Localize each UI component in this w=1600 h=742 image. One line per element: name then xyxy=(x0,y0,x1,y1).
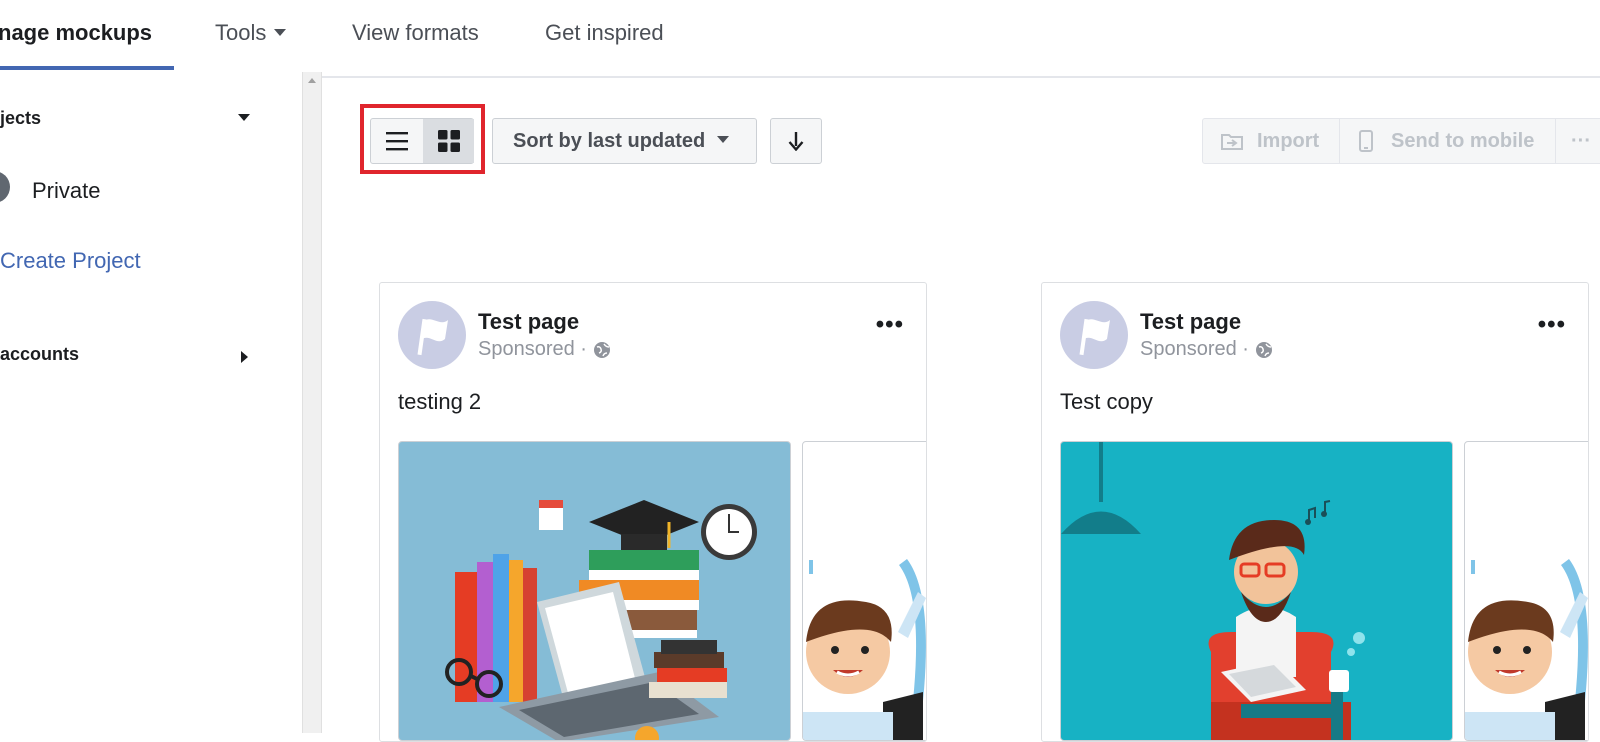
send-to-mobile-button[interactable]: Send to mobile xyxy=(1359,119,1534,163)
card-menu-button[interactable]: ••• xyxy=(1538,313,1566,337)
divider xyxy=(1339,119,1340,163)
sidebar-scrollbar[interactable] xyxy=(302,72,322,733)
arrow-down-icon xyxy=(788,132,804,151)
import-label: Import xyxy=(1257,129,1320,152)
page-name[interactable]: Test page xyxy=(478,309,579,335)
projects-header[interactable]: jects xyxy=(0,108,41,129)
flag-icon xyxy=(1079,318,1110,356)
main-content: Sort by last updated Import Send to mobi… xyxy=(322,72,1600,742)
create-project-link[interactable]: Create Project xyxy=(0,248,141,274)
more-options-icon: ··· xyxy=(1571,129,1591,152)
send-to-mobile-label: Send to mobile xyxy=(1391,129,1535,152)
tab-tools[interactable]: Tools xyxy=(215,20,287,46)
designer-illustration xyxy=(1061,442,1365,740)
sponsored-label: Sponsored · xyxy=(1140,338,1273,361)
card-menu-button[interactable]: ••• xyxy=(876,313,904,337)
tab-view-formats[interactable]: View formats xyxy=(352,20,479,46)
character-illustration xyxy=(803,559,926,740)
ad-copy: testing 2 xyxy=(398,389,482,414)
top-nav: nage mockups Tools View formats Get insp… xyxy=(0,0,1600,72)
sponsored-text: Sponsored · xyxy=(478,338,587,360)
phone-icon xyxy=(1359,130,1373,152)
active-tab-underline xyxy=(0,66,174,70)
private-project-avatar xyxy=(0,171,10,203)
folder-icon xyxy=(1221,134,1243,150)
more-options-button[interactable]: ··· xyxy=(1571,119,1591,163)
sort-direction-button[interactable] xyxy=(770,118,822,164)
globe-icon xyxy=(593,341,610,358)
tab-get-inspired[interactable]: Get inspired xyxy=(545,20,664,46)
caret-down-icon xyxy=(717,135,730,143)
tab-tools-label: Tools xyxy=(215,20,267,45)
caret-right-icon[interactable] xyxy=(241,351,248,363)
caret-down-icon[interactable] xyxy=(238,114,250,121)
ad-copy: Test copy xyxy=(1060,389,1153,414)
import-button[interactable]: Import xyxy=(1221,119,1319,163)
ad-image-education xyxy=(398,441,791,741)
caret-down-icon xyxy=(274,28,287,36)
accounts-header[interactable]: accounts xyxy=(0,344,79,365)
flag-icon xyxy=(417,318,448,356)
tab-image-mockups[interactable]: nage mockups xyxy=(0,20,152,46)
divider xyxy=(322,76,1600,78)
scroll-up-icon[interactable] xyxy=(308,78,316,83)
sort-label: Sort by last updated xyxy=(513,129,706,152)
ad-image-designer xyxy=(1060,441,1453,741)
page-avatar xyxy=(398,301,466,369)
sponsored-text: Sponsored · xyxy=(1140,338,1249,360)
private-project-label[interactable]: Private xyxy=(32,178,100,204)
divider xyxy=(1555,119,1556,163)
action-group: Import Send to mobile ··· xyxy=(1202,118,1600,164)
sort-dropdown[interactable]: Sort by last updated xyxy=(492,118,757,164)
mockup-card[interactable]: Test page Sponsored · ••• testing 2 xyxy=(379,282,927,742)
mockup-card[interactable]: Test page Sponsored · ••• Test copy xyxy=(1041,282,1589,742)
page-name[interactable]: Test page xyxy=(1140,309,1241,335)
character-illustration xyxy=(1465,559,1588,740)
sponsored-label: Sponsored · xyxy=(478,338,611,361)
globe-icon xyxy=(1255,341,1272,358)
view-toggle-highlight xyxy=(360,104,485,174)
page-avatar xyxy=(1060,301,1128,369)
education-illustration xyxy=(445,500,757,740)
ad-image-carousel-next xyxy=(802,441,926,741)
ad-image-carousel-next xyxy=(1464,441,1588,741)
sidebar: jects Private Create Project accounts xyxy=(0,72,302,733)
